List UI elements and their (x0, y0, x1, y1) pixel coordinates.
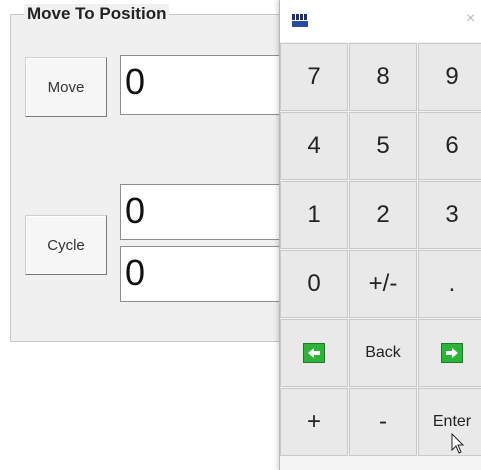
close-icon[interactable]: × (466, 10, 475, 28)
key-9[interactable]: 9 (418, 43, 481, 111)
mouse-pointer-icon (451, 433, 465, 454)
key-plus-minus[interactable]: +/- (349, 250, 417, 318)
key-decimal[interactable]: . (418, 250, 481, 318)
move-position-input[interactable]: 0 (120, 55, 280, 115)
arrow-right-icon (441, 343, 463, 363)
key-plus[interactable]: + (280, 388, 348, 456)
arrow-left-icon (303, 343, 325, 363)
key-right-arrow[interactable] (418, 319, 481, 387)
key-left-arrow[interactable] (280, 319, 348, 387)
keypad-titlebar: × (280, 0, 481, 42)
numeric-keypad-window: × 7 8 9 4 5 6 1 2 3 0 +/- . Back + - Ent… (279, 0, 481, 470)
key-1[interactable]: 1 (280, 181, 348, 249)
key-3[interactable]: 3 (418, 181, 481, 249)
key-5[interactable]: 5 (349, 112, 417, 180)
cycle-button[interactable]: Cycle (25, 215, 107, 275)
key-8[interactable]: 8 (349, 43, 417, 111)
key-6[interactable]: 6 (418, 112, 481, 180)
key-2[interactable]: 2 (349, 181, 417, 249)
key-back[interactable]: Back (349, 319, 417, 387)
key-7[interactable]: 7 (280, 43, 348, 111)
app-logo-icon (291, 13, 309, 29)
key-enter[interactable]: Enter (418, 388, 481, 456)
key-4[interactable]: 4 (280, 112, 348, 180)
move-button[interactable]: Move (25, 57, 107, 117)
key-0[interactable]: 0 (280, 250, 348, 318)
group-title: Move To Position (24, 4, 170, 24)
cycle-end-input[interactable]: 0 (120, 246, 280, 302)
cycle-start-input[interactable]: 0 (120, 184, 280, 240)
key-minus[interactable]: - (349, 388, 417, 456)
